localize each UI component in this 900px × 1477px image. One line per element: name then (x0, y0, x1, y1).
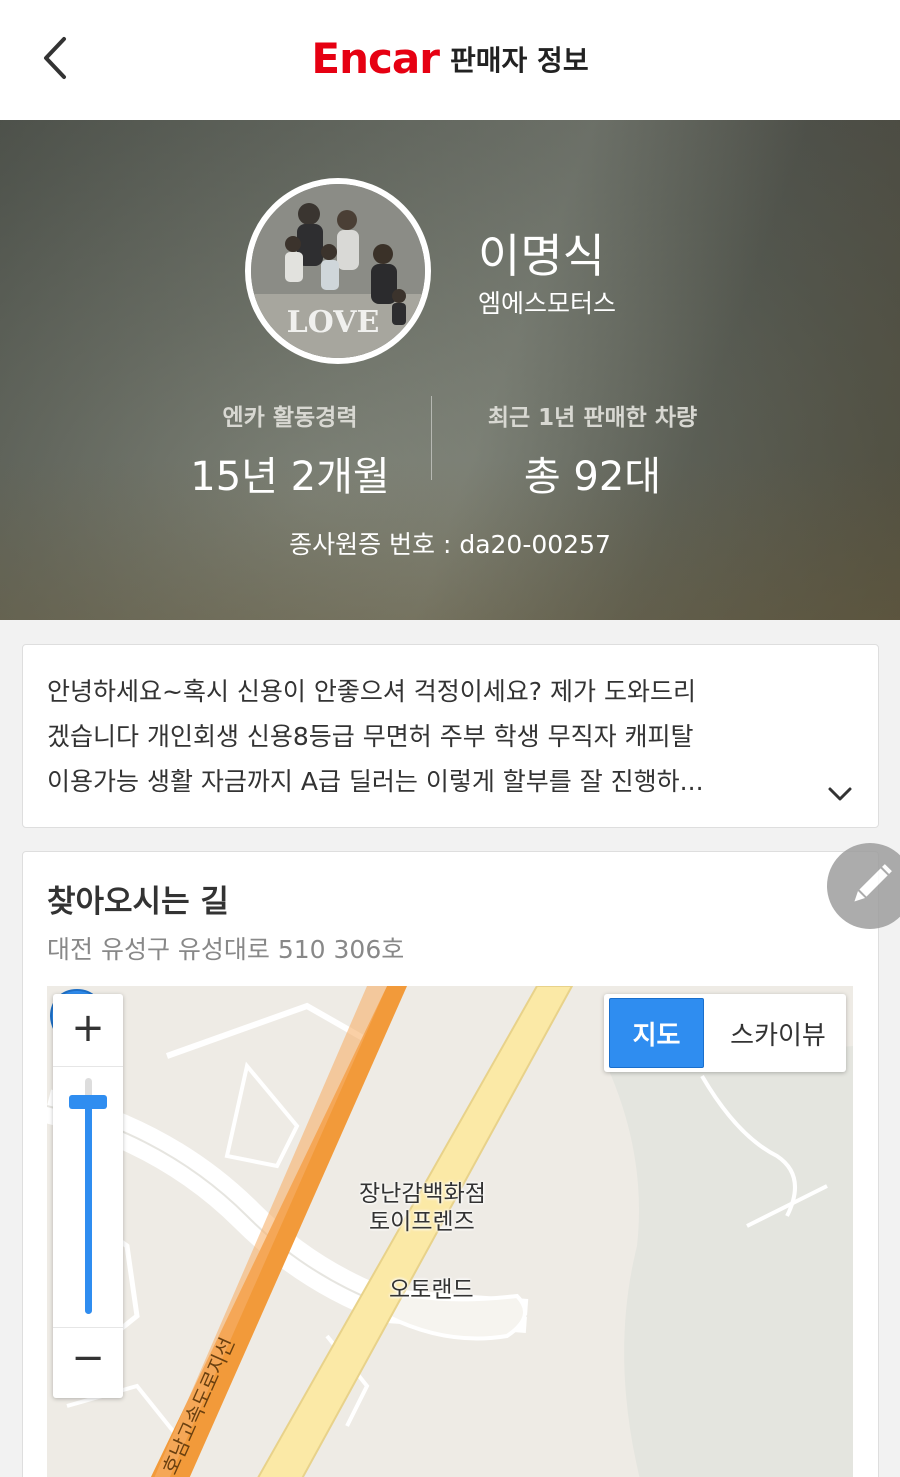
stat-label: 엔카 활동경력 (222, 405, 358, 431)
zoom-control: + − (53, 994, 123, 1398)
encar-logo: Encar (311, 34, 440, 83)
seller-name: 이명식 (478, 229, 605, 283)
employee-license-number: 종사원증 번호 : da20-00257 (289, 530, 611, 559)
zoom-slider-fill (85, 1101, 92, 1314)
zoom-slider-handle[interactable] (69, 1094, 107, 1109)
seller-avatar: LOVE (245, 178, 431, 364)
location-title: 찾아오시는 길 (47, 884, 229, 920)
poi-label[interactable]: 토이프렌즈 (369, 1202, 475, 1236)
seller-intro-card[interactable]: 안녕하세요~혹시 신용이 안좋으셔 걱정이세요? 제가 도와드리 겠습니다 개인… (22, 644, 879, 828)
expand-intro-button[interactable] (822, 779, 858, 809)
map-type-skyview-button[interactable]: 스카이뷰 (714, 998, 842, 1068)
intro-line: 이용가능 생활 자금까지 A급 딜러는 이렇게 할부를 잘 진행하... (47, 767, 704, 796)
seller-intro-text: 안녕하세요~혹시 신용이 안좋으셔 걱정이세요? 제가 도와드리 겠습니다 개인… (47, 669, 827, 804)
location-card: 찾아오시는 길 대전 유성구 유성대로 510 306호 호남고속도로지선 장난… (22, 851, 879, 1477)
seller-profile-hero: LOVE 이명식 엠에스모터스 엔카 활동경력 15년 2개월 최근 1년 판매… (0, 120, 900, 620)
stat-divider (431, 396, 432, 480)
map-type-map-button[interactable]: 지도 (609, 998, 704, 1068)
stat-value: 15년 2개월 (190, 454, 390, 500)
poi-label[interactable]: 오토랜드 (389, 1270, 474, 1304)
intro-line: 겠습니다 개인회생 신용8등급 무면허 주부 학생 무직자 캐피탈 (47, 722, 694, 751)
zoom-out-button[interactable]: − (53, 1328, 123, 1388)
chevron-down-icon (828, 787, 852, 801)
pencil-icon (854, 864, 892, 902)
activity-period-stat: 엔카 활동경력 15년 2개월 (160, 398, 420, 502)
location-map[interactable]: 호남고속도로지선 장난감백화점 토이프렌즈 오토랜드 + − 지도 스카이뷰 (47, 986, 853, 1477)
map-type-toggle: 지도 스카이뷰 (604, 994, 846, 1072)
top-bar: Encar 판매자 정보 (0, 0, 900, 120)
recent-sales-stat: 최근 1년 판매한 차량 총 92대 (455, 398, 730, 502)
page-title-text: 판매자 정보 (450, 43, 589, 77)
stat-value: 총 92대 (523, 454, 662, 500)
zoom-slider-track[interactable] (85, 1078, 92, 1314)
edit-button[interactable] (827, 843, 900, 929)
divider (53, 1066, 123, 1067)
zoom-in-button[interactable]: + (53, 998, 123, 1058)
page-title: Encar 판매자 정보 (0, 34, 900, 86)
intro-line: 안녕하세요~혹시 신용이 안좋으셔 걱정이세요? 제가 도와드리 (47, 677, 696, 706)
dealer-name: 엠에스모터스 (478, 289, 617, 318)
location-address: 대전 유성구 유성대로 510 306호 (47, 935, 405, 964)
avatar-love-text: LOVE (287, 305, 380, 340)
stat-label: 최근 1년 판매한 차량 (487, 405, 698, 431)
